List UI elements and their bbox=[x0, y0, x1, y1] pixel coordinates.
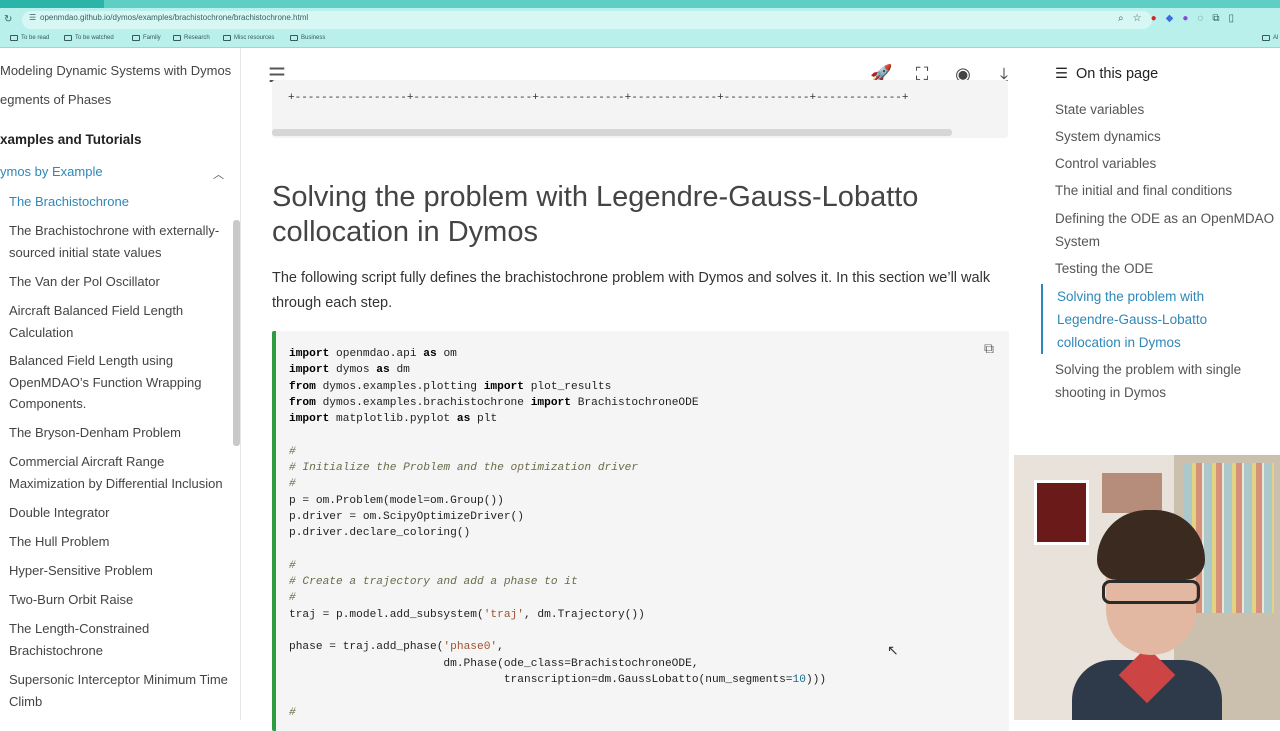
left-sidebar: Modeling Dynamic Systems with Dymos egme… bbox=[0, 48, 241, 720]
presenter bbox=[1072, 510, 1222, 720]
browser-tab-strip bbox=[0, 0, 1280, 8]
list-icon: ☰ bbox=[1055, 66, 1068, 82]
active-tab[interactable] bbox=[104, 0, 1280, 8]
extension-icon[interactable]: ◌ bbox=[1197, 13, 1203, 24]
sidebar-item-hyper-sensitive[interactable]: Hyper-Sensitive Problem bbox=[9, 560, 231, 582]
sidebar-item-hull-problem[interactable]: The Hull Problem bbox=[9, 531, 231, 553]
bookmark-folder[interactable]: To be read bbox=[10, 35, 49, 41]
sidebar-item-two-burn[interactable]: Two-Burn Orbit Raise bbox=[9, 589, 231, 611]
site-info-icon[interactable]: ☰ bbox=[29, 13, 36, 22]
table-border-line: +-----------------+------------------+--… bbox=[288, 92, 909, 104]
toc-item-single-shooting[interactable]: Solving the problem with single shooting… bbox=[1055, 358, 1280, 404]
extension-icon[interactable]: ● bbox=[1151, 13, 1157, 24]
bookmark-folder[interactable]: Al bbox=[1262, 35, 1278, 41]
wall-frame bbox=[1102, 473, 1162, 513]
bookmark-folder[interactable]: Research bbox=[173, 35, 210, 41]
sidebar-scrollbar[interactable] bbox=[233, 220, 240, 446]
url-text[interactable]: openmdao.github.io/dymos/examples/brachi… bbox=[40, 13, 308, 22]
sidebar-item-brachistochrone[interactable]: The Brachistochrone bbox=[9, 191, 231, 213]
folder-icon bbox=[64, 35, 72, 41]
mouse-cursor-icon: ↖ bbox=[887, 642, 899, 658]
output-table: +-----------------+------------------+--… bbox=[272, 80, 1008, 138]
toc-item-defining-ode[interactable]: Defining the ODE as an OpenMDAO System bbox=[1055, 207, 1280, 253]
chevron-up-icon[interactable]: ︿ bbox=[213, 166, 224, 182]
zoom-icon[interactable]: ⌕ bbox=[1118, 13, 1124, 24]
folder-icon bbox=[1262, 35, 1270, 41]
presenter-glasses bbox=[1102, 580, 1200, 604]
sidebar-item-bryson-denham[interactable]: The Bryson-Denham Problem bbox=[9, 422, 231, 444]
reload-icon[interactable]: ↻ bbox=[4, 14, 12, 25]
sidebar-item-brachistochrone-external[interactable]: The Brachistochrone with externally-sour… bbox=[9, 220, 231, 263]
bookmark-folder[interactable]: Business bbox=[290, 35, 325, 41]
sidepanel-icon[interactable]: ▯ bbox=[1228, 13, 1234, 24]
extension-icon[interactable]: ◆ bbox=[1166, 13, 1174, 24]
sidebar-item-commercial-aircraft[interactable]: Commercial Aircraft Range Maximization b… bbox=[9, 451, 231, 494]
folder-icon bbox=[290, 35, 298, 41]
sidebar-item-balanced-field[interactable]: Aircraft Balanced Field Length Calculati… bbox=[9, 300, 231, 343]
toc-item-testing-ode[interactable]: Testing the ODE bbox=[1055, 257, 1280, 280]
bookmark-folder[interactable]: Family bbox=[132, 35, 161, 41]
address-bar: ↻ ☰ openmdao.github.io/dymos/examples/br… bbox=[0, 8, 1280, 32]
code-content: import openmdao.api as om import dymos a… bbox=[289, 348, 827, 719]
sidebar-item-segments[interactable]: egments of Phases bbox=[0, 89, 111, 111]
sidebar-section-examples[interactable]: xamples and Tutorials bbox=[0, 132, 142, 147]
sidebar-item-balanced-field-wrapping[interactable]: Balanced Field Length using OpenMDAO’s F… bbox=[9, 350, 231, 415]
sidebar-item-double-integrator[interactable]: Double Integrator bbox=[9, 502, 231, 524]
sidebar-item-supersonic-interceptor[interactable]: Supersonic Interceptor Minimum Time Clim… bbox=[9, 669, 231, 712]
folder-icon bbox=[132, 35, 140, 41]
extension-icon[interactable]: ● bbox=[1182, 13, 1188, 24]
bookmark-folder[interactable]: To be watched bbox=[64, 35, 114, 41]
folder-icon bbox=[10, 35, 18, 41]
bookmark-star-icon[interactable]: ☆ bbox=[1133, 13, 1142, 24]
sidebar-item-modeling[interactable]: Modeling Dynamic Systems with Dymos bbox=[0, 60, 231, 82]
copy-icon[interactable]: ⧉ bbox=[984, 340, 994, 357]
sidebar-group-dymos-by-example[interactable]: ymos by Example bbox=[0, 164, 103, 179]
table-scrollbar[interactable] bbox=[272, 129, 952, 136]
folder-icon bbox=[173, 35, 181, 41]
folder-icon bbox=[223, 35, 231, 41]
toc-heading: ☰ On this page bbox=[1055, 66, 1159, 82]
extensions-puzzle-icon[interactable]: ⧉ bbox=[1212, 13, 1219, 24]
section-paragraph: The following script fully defines the b… bbox=[272, 270, 991, 311]
sidebar-item-length-constrained[interactable]: The Length-Constrained Brachistochrone bbox=[9, 618, 231, 661]
bookmarks-bar: To be read To be watched Family Research… bbox=[0, 32, 1280, 48]
toc-item-system-dynamics[interactable]: System dynamics bbox=[1055, 125, 1280, 148]
toc-active-indicator bbox=[1041, 284, 1043, 354]
browser-toolbar-icons: ⌕ ☆ ● ◆ ● ◌ ⧉ ▯ bbox=[1118, 13, 1234, 24]
section-title: Solving the problem with Legendre-Gauss-… bbox=[272, 181, 919, 248]
toc-item-state-variables[interactable]: State variables bbox=[1055, 98, 1280, 121]
webcam-overlay bbox=[1014, 455, 1280, 720]
toc-item-control-variables[interactable]: Control variables bbox=[1055, 152, 1280, 175]
toc-item-lgl-collocation[interactable]: Solving the problem with Legendre-Gauss-… bbox=[1057, 285, 1247, 354]
toc-item-initial-final-conditions[interactable]: The initial and final conditions bbox=[1055, 179, 1280, 202]
sidebar-item-van-der-pol[interactable]: The Van der Pol Oscillator bbox=[9, 271, 231, 293]
bookmark-folder[interactable]: Misc resources bbox=[223, 35, 274, 41]
presenter-hair bbox=[1097, 510, 1205, 580]
